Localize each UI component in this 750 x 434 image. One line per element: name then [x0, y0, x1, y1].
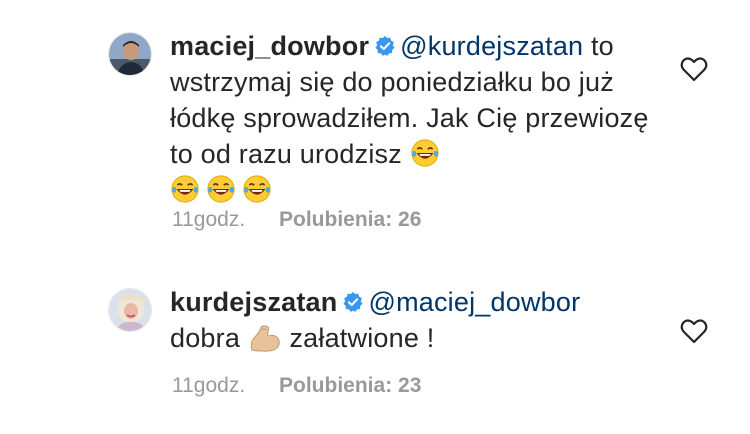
verified-badge-icon [343, 291, 364, 312]
comment-text-fragment: to [583, 31, 614, 61]
emoji-row [170, 172, 660, 208]
flexed-biceps-emoji [250, 325, 280, 352]
mention-link[interactable]: @maciej_dowbor [368, 287, 580, 317]
avatar[interactable] [108, 288, 152, 332]
likes-count-button[interactable]: Polubienia: 23 [279, 374, 421, 397]
laughing-tears-emoji [243, 175, 271, 203]
laughing-tears-emoji [411, 139, 439, 167]
comment-text: kurdejszatan @maciej_dowbor dobra załatw… [170, 284, 660, 356]
comment-text: maciej_dowbor @kurdejszatan to wstrzymaj… [170, 28, 660, 208]
heart-outline-icon[interactable] [680, 56, 708, 82]
comment-username[interactable]: maciej_dowbor [170, 31, 369, 61]
comment-text-fragment: dobra [170, 323, 241, 353]
comment-timestamp[interactable]: 11godz. [172, 208, 245, 231]
verified-badge-icon [375, 35, 395, 56]
comment-meta: 11godz. Polubienia: 26 [172, 208, 421, 232]
comment-meta: 11godz. Polubienia: 23 [172, 374, 421, 398]
likes-count-button[interactable]: Polubienia: 26 [279, 208, 421, 231]
avatar[interactable] [108, 32, 152, 76]
laughing-tears-emoji [171, 175, 199, 203]
comment-timestamp[interactable]: 11godz. [172, 374, 245, 397]
laughing-tears-emoji [207, 175, 235, 203]
heart-outline-icon[interactable] [680, 318, 708, 344]
comment-text-fragment: załatwione ! [289, 323, 435, 353]
comment-username[interactable]: kurdejszatan [170, 287, 337, 317]
mention-link[interactable]: @kurdejszatan [400, 31, 583, 61]
